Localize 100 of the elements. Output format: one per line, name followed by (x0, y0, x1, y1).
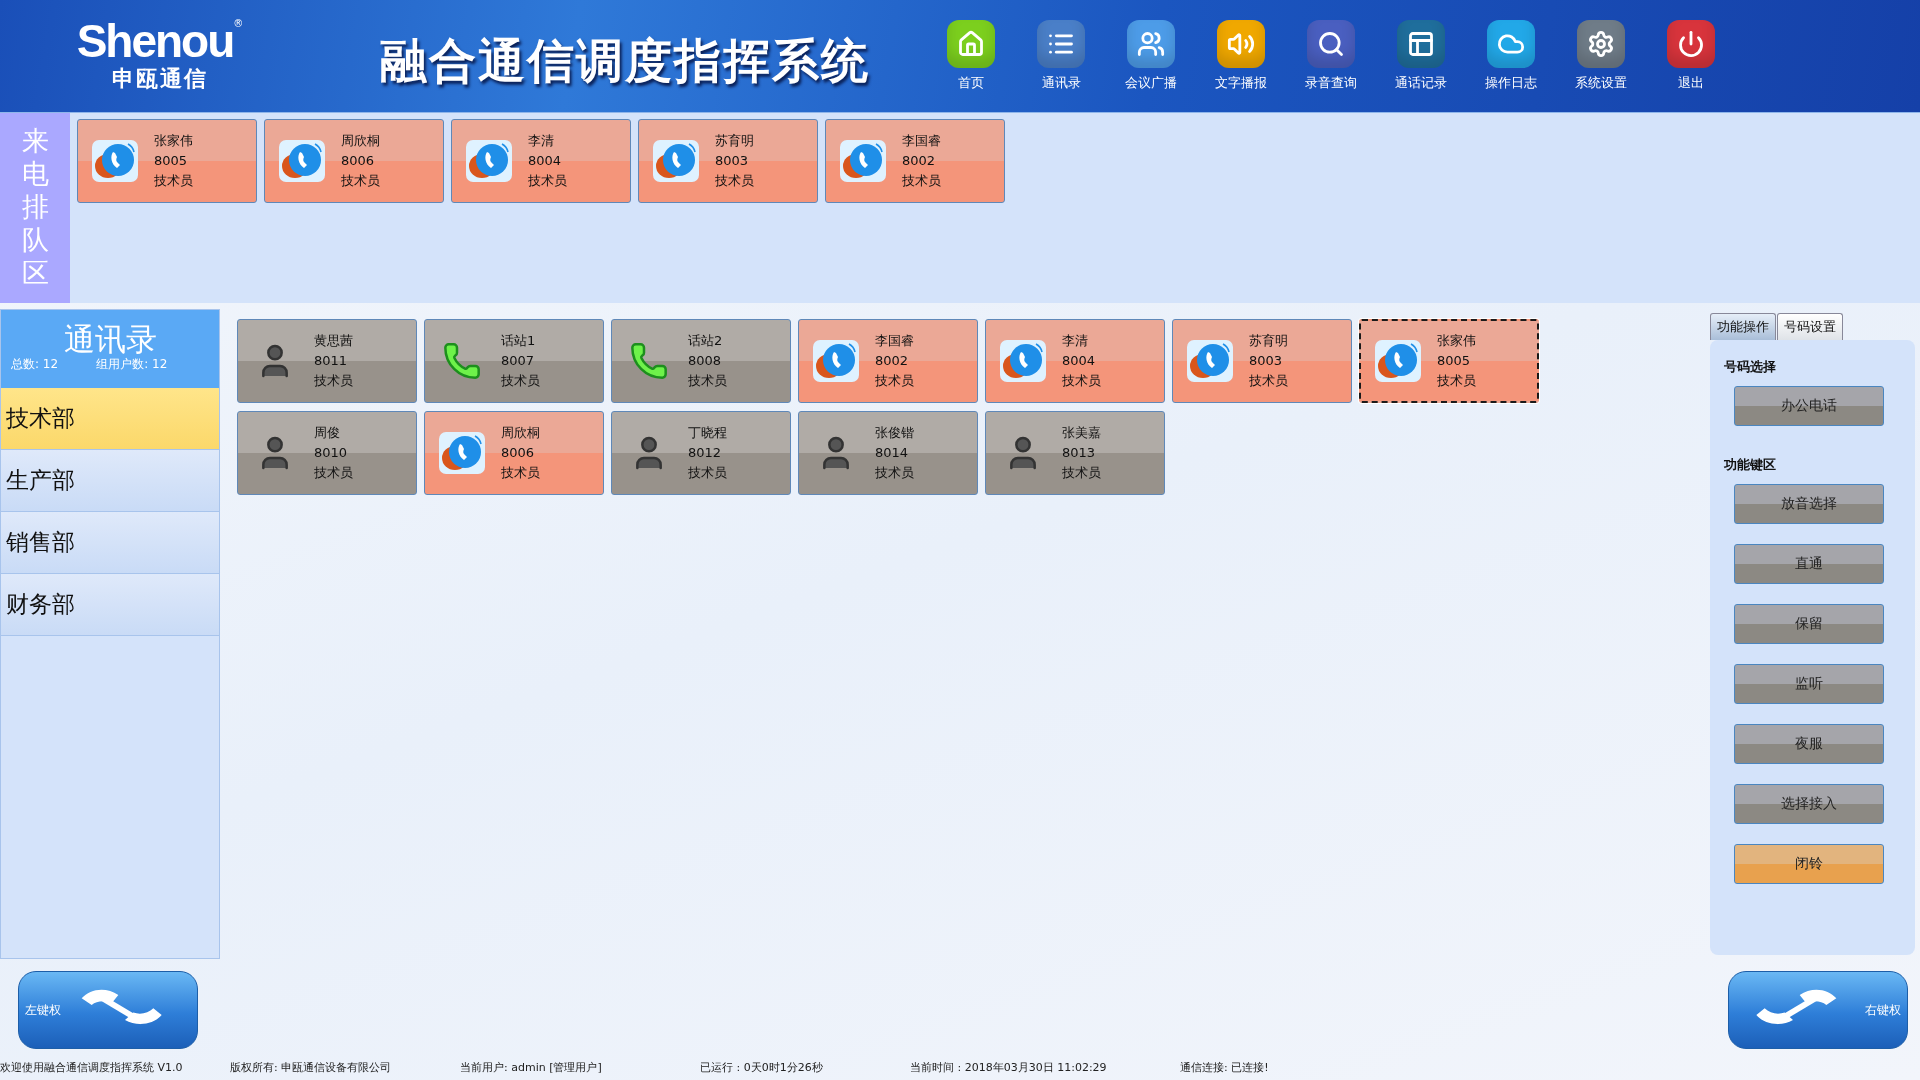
contact-role: 技术员 (1062, 372, 1101, 390)
contact-role: 技术员 (1249, 372, 1288, 390)
group-user-count: 组用户数: 12 (96, 356, 168, 374)
contact-role: 技术员 (314, 464, 353, 482)
logo-subtitle: 申瓯通信 (112, 65, 208, 93)
incoming-call-card[interactable]: 苏育明 8003 技术员 (638, 119, 818, 203)
contact-number: 8012 (688, 444, 723, 462)
nav-button[interactable]: 通讯录 (1021, 20, 1101, 92)
contact-card[interactable]: 周俊 8010 技术员 (237, 411, 417, 495)
phone-bubble-icon (437, 430, 487, 476)
status-text: 已运行 : 0天0时1分26秒 (700, 1059, 824, 1075)
contact-name: 话站2 (688, 332, 724, 350)
contact-role: 技术员 (314, 372, 353, 390)
contact-role: 技术员 (154, 172, 193, 190)
contact-role: 技术员 (1062, 464, 1101, 482)
function-button[interactable]: 选择接入 (1734, 784, 1884, 824)
nav-button[interactable]: 退出 (1651, 20, 1731, 92)
contact-name: 黄思茜 (314, 332, 353, 350)
contact-number: 8007 (501, 352, 536, 370)
function-button[interactable]: 夜服 (1734, 724, 1884, 764)
function-button[interactable]: 闭铃 (1734, 844, 1884, 884)
function-button[interactable]: 保留 (1734, 604, 1884, 644)
contact-name: 丁晓程 (688, 424, 727, 442)
handset-button[interactable]: 左键权 (18, 971, 198, 1049)
contact-card[interactable]: 话站1 8007 技术员 (424, 319, 604, 403)
contact-name: 张家伟 (1437, 332, 1476, 350)
department-item[interactable]: 销售部 (1, 512, 219, 574)
contact-number: 8014 (875, 444, 910, 462)
nav-button[interactable]: 操作日志 (1471, 20, 1551, 92)
contact-role: 技术员 (528, 172, 567, 190)
logo-wordmark: Shenou (76, 18, 234, 64)
phone-bubble-icon (838, 138, 888, 184)
department-item[interactable]: 生产部 (1, 450, 219, 512)
telephone-icon (629, 341, 669, 381)
status-text: 当前时间 : 2018年03月30日 11:02:29 (910, 1059, 1108, 1075)
nav-button[interactable]: 会议广播 (1111, 20, 1191, 92)
panel-tab[interactable]: 号码设置 (1777, 313, 1843, 340)
phone-bubble-icon (464, 138, 514, 184)
contact-name: 李国睿 (902, 132, 941, 150)
contact-role: 技术员 (715, 172, 754, 190)
status-text: 欢迎使用融合通信调度指挥系统 V1.0 (0, 1059, 184, 1075)
department-item[interactable]: 财务部 (1, 574, 219, 636)
contact-name: 周俊 (314, 424, 341, 442)
incoming-call-card[interactable]: 李国睿 8002 技术员 (825, 119, 1005, 203)
function-button[interactable]: 放音选择 (1734, 484, 1884, 524)
contact-card[interactable]: 张家伟 8005 技术员 (1359, 319, 1539, 403)
status-text: 版权所有: 申瓯通信设备有限公司 (230, 1059, 393, 1075)
function-button[interactable]: 监听 (1734, 664, 1884, 704)
contact-role: 技术员 (688, 464, 727, 482)
incoming-call-card[interactable]: 李清 8004 技术员 (451, 119, 631, 203)
phone-bubble-icon (1373, 338, 1423, 384)
contact-number: 8008 (688, 352, 723, 370)
contact-card[interactable]: 李清 8004 技术员 (985, 319, 1165, 403)
contact-role: 技术员 (688, 372, 727, 390)
contact-card[interactable]: 张俊锴 8014 技术员 (798, 411, 978, 495)
section-title: 功能键区 (1724, 456, 1777, 474)
contact-name: 周欣桐 (341, 132, 380, 150)
nav-button[interactable]: 录音查询 (1291, 20, 1371, 92)
contact-name: 苏育明 (715, 132, 754, 150)
contact-card[interactable]: 张美嘉 8013 技术员 (985, 411, 1165, 495)
status-text: 当前用户: admin [管理用户] (460, 1059, 603, 1075)
nav-button[interactable]: 首页 (931, 20, 1011, 92)
incoming-call-card[interactable]: 周欣桐 8006 技术员 (264, 119, 444, 203)
contact-name: 李国睿 (875, 332, 914, 350)
contact-name: 张家伟 (154, 132, 193, 150)
contact-card[interactable]: 周欣桐 8006 技术员 (424, 411, 604, 495)
panel-tab[interactable]: 功能操作 (1710, 313, 1776, 340)
contact-role: 技术员 (875, 372, 914, 390)
nav-button[interactable]: 通话记录 (1381, 20, 1461, 92)
contact-number: 8013 (1062, 444, 1097, 462)
contact-card[interactable]: 苏育明 8003 技术员 (1172, 319, 1352, 403)
app-title: 融合通信调度指挥系统 (380, 31, 871, 90)
contact-number: 8006 (501, 444, 536, 462)
incoming-call-card[interactable]: 张家伟 8005 技术员 (77, 119, 257, 203)
function-button[interactable]: 直通 (1734, 544, 1884, 584)
contact-number: 8005 (1437, 352, 1472, 370)
queue-label: 来电排队区 (21, 125, 49, 290)
contact-role: 技术员 (902, 172, 941, 190)
registered-mark: ® (233, 18, 244, 29)
contact-card[interactable]: 丁晓程 8012 技术员 (611, 411, 791, 495)
contact-name: 话站1 (501, 332, 537, 350)
handset-button[interactable]: 右键权 (1728, 971, 1908, 1049)
contact-number: 8002 (875, 352, 910, 370)
contact-card[interactable]: 黄思茜 8011 技术员 (237, 319, 417, 403)
nav-button[interactable]: 文字播报 (1201, 20, 1281, 92)
function-button[interactable]: 办公电话 (1734, 386, 1884, 426)
contact-name: 李清 (528, 132, 555, 150)
contact-number: 8006 (341, 152, 376, 170)
phone-bubble-icon (90, 138, 140, 184)
contact-role: 技术员 (875, 464, 914, 482)
nav-button[interactable]: 系统设置 (1561, 20, 1641, 92)
contact-number: 8002 (902, 152, 937, 170)
phone-bubble-icon (277, 138, 327, 184)
phone-bubble-icon (1185, 338, 1235, 384)
contact-card[interactable]: 李国睿 8002 技术员 (798, 319, 978, 403)
status-text: 通信连接: 已连接! (1180, 1059, 1270, 1075)
contact-card[interactable]: 话站2 8008 技术员 (611, 319, 791, 403)
contact-number: 8004 (528, 152, 563, 170)
contact-name: 李清 (1062, 332, 1089, 350)
department-item[interactable]: 技术部 (1, 388, 219, 450)
